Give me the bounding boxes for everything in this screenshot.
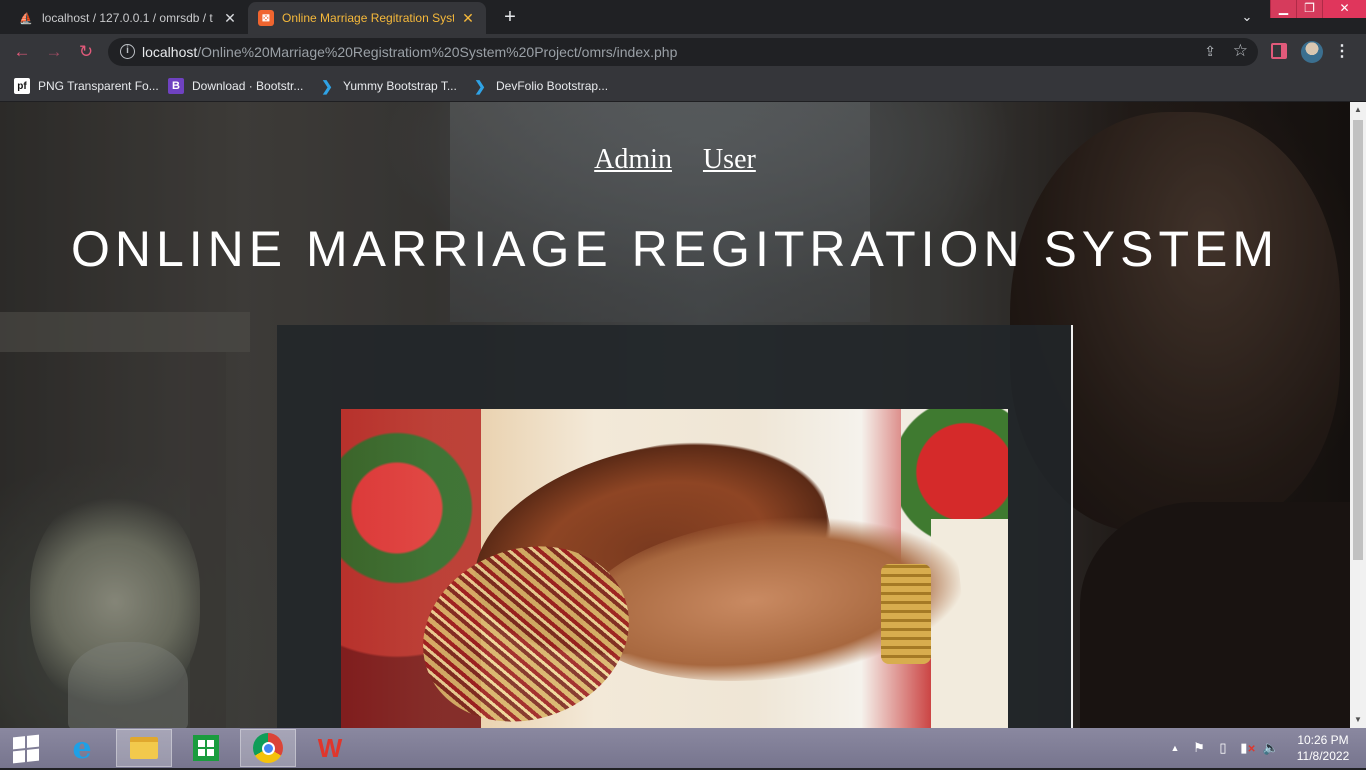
minimize-icon[interactable]: ▁ [1270, 0, 1296, 18]
network-icon[interactable]: ▮✕ [1238, 728, 1258, 768]
scroll-up-icon[interactable]: ▲ [1350, 102, 1366, 118]
wps-office-icon[interactable]: W [302, 729, 358, 767]
admin-link[interactable]: Admin [594, 144, 672, 175]
power-icon[interactable]: ▯ [1214, 728, 1232, 768]
close-tab-icon[interactable]: ✕ [460, 10, 476, 27]
store-icon[interactable] [178, 729, 234, 767]
volume-icon[interactable]: 🔈 [1262, 728, 1280, 768]
bookmarks-bar: pf PNG Transparent Fo... B Download · Bo… [0, 70, 1366, 102]
photo-watch [881, 564, 931, 664]
url-path: /Online%20Marriage%20Registratiom%20Syst… [197, 44, 678, 60]
tab-title: Online Marriage Regitration Syste [282, 11, 454, 25]
url-host: localhost [142, 44, 198, 60]
tab-omrs[interactable]: ⊠ Online Marriage Regitration Syste ✕ [248, 2, 486, 34]
internet-explorer-icon[interactable]: e [54, 729, 110, 767]
profile-avatar[interactable] [1301, 41, 1323, 63]
system-clock[interactable]: 10:26 PM 11/8/2022 [1290, 732, 1356, 764]
windows-start-icon[interactable] [6, 732, 46, 766]
clock-date: 11/8/2022 [1296, 749, 1350, 763]
chrome-icon[interactable] [240, 729, 296, 767]
site-info-icon[interactable]: i [120, 44, 135, 59]
file-explorer-icon[interactable] [116, 729, 172, 767]
url-text[interactable]: localhost/Online%20Marriage%20Registrati… [142, 44, 677, 60]
bootstrap-icon: B [168, 78, 184, 94]
bookmark-label: PNG Transparent Fo... [38, 79, 159, 93]
reload-icon[interactable]: ↻ [74, 40, 98, 64]
window-controls: ▁ ❐ ✕ [1270, 0, 1366, 18]
bookmark-star-icon[interactable]: ☆ [1233, 41, 1248, 61]
side-panel-icon[interactable] [1271, 43, 1287, 59]
page-viewport: Admin User ONLINE MARRIAGE REGITRATION S… [0, 102, 1350, 728]
bookmark-bootstrap-download[interactable]: B Download · Bootstr... [168, 76, 303, 96]
bookmark-png-transparent[interactable]: pf PNG Transparent Fo... [14, 76, 159, 96]
chrome-logo [253, 733, 283, 763]
back-arrow-icon[interactable]: ← [10, 40, 34, 64]
address-bar[interactable]: i localhost/Online%20Marriage%20Registra… [108, 38, 1258, 66]
phpmyadmin-icon: ⛵ [19, 12, 33, 25]
folder-icon [130, 737, 158, 759]
tab-phpmyadmin[interactable]: ⛵ localhost / 127.0.0.1 / omrsdb / t ✕ [8, 2, 248, 34]
store-glyph [193, 735, 219, 761]
page-scrollbar[interactable]: ▲ ▼ [1350, 102, 1366, 728]
forward-arrow-icon[interactable]: → [42, 40, 66, 64]
bookmark-devfolio-bootstrap[interactable]: ❯ DevFolio Bootstrap... [472, 76, 608, 96]
tab-search-chevron-icon[interactable]: ⌄ [1236, 6, 1258, 28]
share-icon[interactable]: ⇪ [1204, 43, 1216, 60]
clock-time: 10:26 PM [1297, 733, 1349, 747]
show-hidden-icons[interactable]: ▲ [1168, 728, 1182, 768]
close-window-icon[interactable]: ✕ [1322, 0, 1366, 18]
content-panel [277, 325, 1073, 728]
bookmark-yummy-bootstrap[interactable]: ❯ Yummy Bootstrap T... [319, 76, 457, 96]
page-title: ONLINE MARRIAGE REGITRATION SYSTEM [70, 221, 1280, 277]
kebab-menu-icon[interactable]: ⋮ [1334, 40, 1350, 64]
user-link[interactable]: User [703, 144, 756, 175]
xampp-icon: ⊠ [258, 10, 274, 26]
top-nav: Admin User [0, 144, 1350, 176]
new-tab-button[interactable]: + [498, 6, 522, 28]
tab-title: localhost / 127.0.0.1 / omrsdb / t [42, 11, 213, 25]
bookmark-label: Download · Bootstr... [192, 79, 304, 93]
bookmark-label: DevFolio Bootstrap... [496, 79, 609, 93]
restore-icon[interactable]: ❐ [1296, 0, 1322, 18]
bootstrapmade-icon: ❯ [321, 77, 333, 94]
wedding-hands-image [341, 409, 1008, 728]
scroll-down-icon[interactable]: ▼ [1350, 712, 1366, 728]
browser-toolbar: ← → ↻ i localhost/Online%20Marriage%20Re… [0, 34, 1366, 70]
scroll-thumb[interactable] [1353, 120, 1363, 560]
close-tab-icon[interactable]: ✕ [222, 10, 238, 27]
action-center-flag-icon[interactable]: ⚑ [1190, 728, 1208, 768]
pngfind-icon: pf [14, 78, 30, 94]
tab-strip: ⛵ localhost / 127.0.0.1 / omrsdb / t ✕ ⊠… [0, 0, 1366, 34]
windows-taskbar: e W ▲ ⚑ ▯ ▮✕ 🔈 10:26 PM 11/8/2022 [0, 728, 1366, 768]
bootstrapmade-icon: ❯ [474, 77, 486, 94]
bookmark-label: Yummy Bootstrap T... [343, 79, 457, 93]
